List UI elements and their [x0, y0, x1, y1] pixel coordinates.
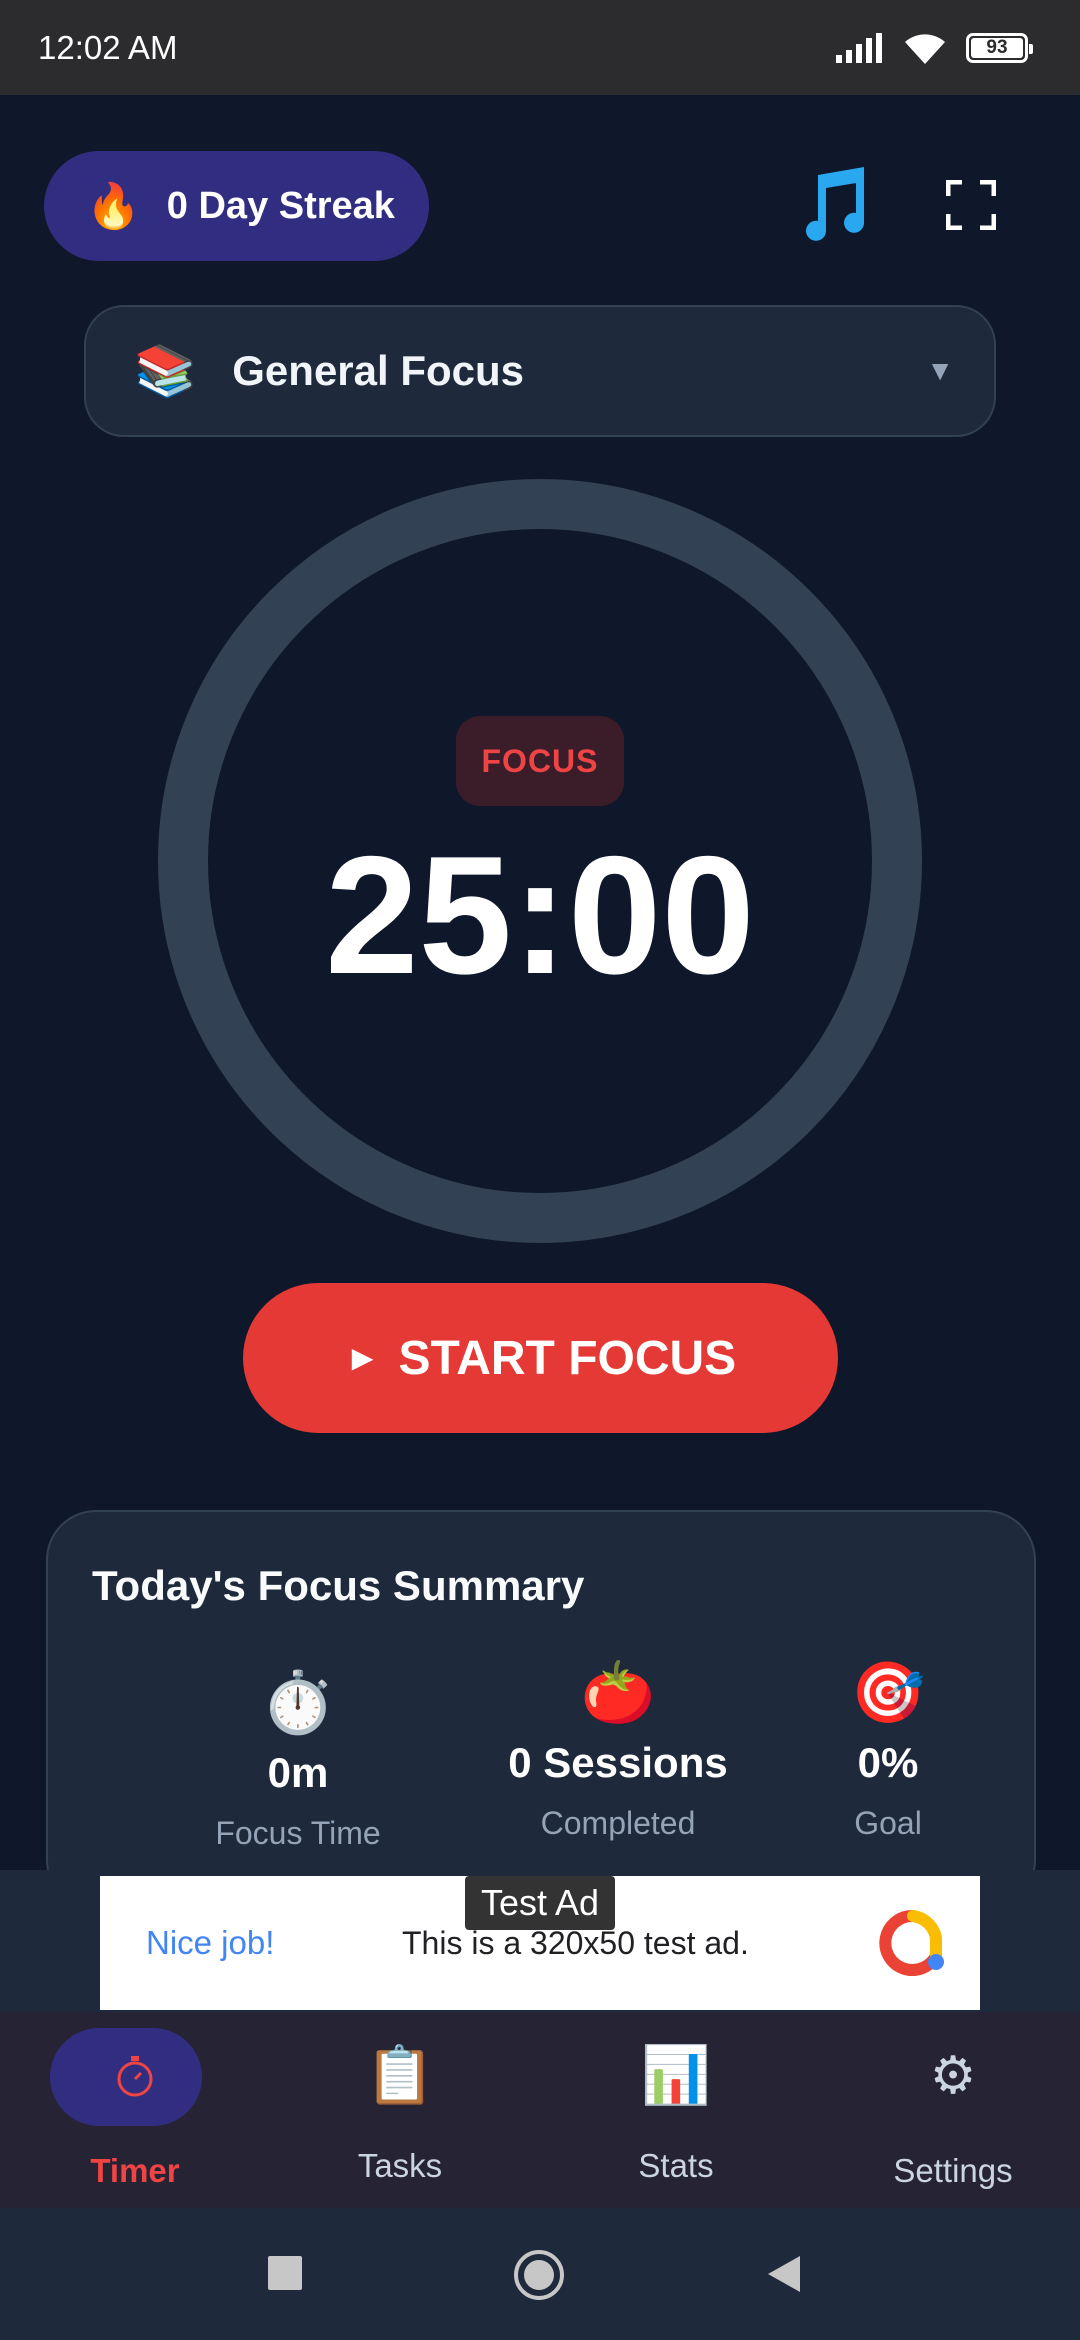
target-icon: 🎯 [850, 1659, 926, 1726]
status-time: 12:02 AM [38, 28, 178, 66]
bar-chart-icon: 📊 [641, 2043, 711, 2106]
stat-value: 0% [857, 1739, 919, 1786]
fullscreen-icon[interactable] [946, 180, 996, 230]
nav-tasks[interactable]: 📋 Tasks [265, 2012, 535, 2208]
ad-headline: Nice job! [146, 1924, 275, 1961]
stat-caption: Completed [540, 1805, 696, 1841]
nav-stats[interactable]: 📊 Stats [541, 2012, 811, 2208]
chevron-down-icon: ▼ [926, 355, 954, 386]
system-nav-bar [0, 2208, 1080, 2340]
stopwatch-icon: ⏱️ [260, 1669, 336, 1736]
tomato-icon: 🍅 [580, 1659, 656, 1726]
stopwatch-icon [117, 2056, 153, 2097]
ad-message: This is a 320x50 test ad. [402, 1924, 749, 1961]
nav-settings[interactable]: ⚙ Settings [818, 2012, 1080, 2208]
books-icon: 📚 [134, 342, 197, 399]
ad-logo-icon [879, 1909, 944, 1976]
music-note-icon[interactable] [800, 165, 870, 245]
stat-caption: Goal [854, 1805, 922, 1841]
gear-icon: ⚙ [929, 2047, 977, 2105]
stat-focus-time: ⏱️ 0m Focus Time [118, 1667, 478, 1852]
stat-caption: Focus Time [215, 1815, 381, 1851]
battery-icon: 93 [966, 32, 1033, 63]
streak-label: 0 Day Streak [166, 184, 395, 227]
nav-label: Settings [893, 2152, 1013, 2189]
nav-label: Stats [638, 2147, 714, 2184]
streak-badge[interactable]: 🔥 0 Day Streak [44, 151, 429, 261]
bottom-nav: Timer 📋 Tasks 📊 Stats ⚙ Settings [0, 2012, 1080, 2208]
nav-label: Timer [90, 2152, 180, 2189]
back-button[interactable] [766, 2254, 802, 2294]
focus-summary-card: Today's Focus Summary ⏱️ 0m Focus Time 🍅… [46, 1510, 1036, 1910]
category-selector[interactable]: 📚 General Focus ▼ [84, 305, 996, 437]
stat-value: 0m [267, 1749, 329, 1796]
battery-level: 93 [986, 36, 1008, 58]
category-name: General Focus [232, 347, 525, 394]
status-icons: 93 [836, 31, 1033, 65]
recent-apps-button[interactable] [268, 2256, 302, 2290]
play-icon: ► [344, 1337, 381, 1378]
test-ad-label: Test Ad [465, 1876, 615, 1930]
stat-goal: 🎯 0% Goal [788, 1657, 988, 1842]
mode-badge: FOCUS [456, 716, 624, 806]
nav-timer[interactable]: Timer [0, 2012, 270, 2208]
status-bar: 12:02 AM 93 [0, 0, 1080, 95]
stat-sessions: 🍅 0 Sessions Completed [438, 1657, 798, 1842]
nav-label: Tasks [357, 2147, 443, 2184]
summary-title: Today's Focus Summary [92, 1562, 585, 1609]
stat-value: 0 Sessions [508, 1739, 728, 1786]
home-button[interactable] [512, 2248, 566, 2302]
wifi-icon [905, 33, 945, 64]
clipboard-icon: 📋 [365, 2043, 435, 2106]
signal-icon [836, 32, 882, 63]
timer-display: 25:00 [325, 821, 755, 1009]
start-focus-button[interactable]: ► START FOCUS [243, 1283, 838, 1433]
start-focus-label: START FOCUS [398, 1331, 737, 1385]
fire-icon: 🔥 [86, 182, 141, 231]
